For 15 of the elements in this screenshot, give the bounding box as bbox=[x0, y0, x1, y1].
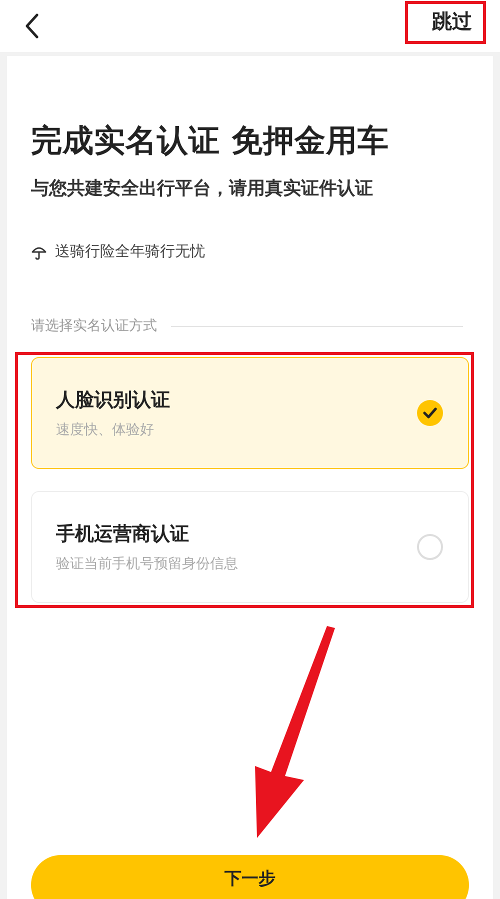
page-title: 完成实名认证 免押金用车 bbox=[31, 122, 390, 161]
check-icon bbox=[416, 399, 444, 427]
option-description: 速度快、体验好 bbox=[56, 421, 155, 439]
perk-text: 送骑行险全年骑行无忧 bbox=[55, 242, 205, 261]
option-title: 手机运营商认证 bbox=[56, 522, 190, 547]
option-card[interactable]: 手机运营商认证 验证当前手机号预留身份信息 bbox=[31, 491, 469, 603]
subtitle: 与您共建安全出行平台，请用真实证件认证 bbox=[31, 177, 374, 200]
next-button[interactable]: 下一步 bbox=[31, 855, 469, 899]
option-card[interactable]: 人脸识别认证 速度快、体验好 bbox=[31, 357, 469, 469]
radio-icon bbox=[416, 533, 444, 561]
back-icon bbox=[24, 13, 40, 39]
skip-button[interactable]: 跳过 bbox=[430, 4, 474, 38]
option-description: 验证当前手机号预留身份信息 bbox=[56, 555, 238, 573]
option-title: 人脸识别认证 bbox=[56, 388, 170, 413]
section-label: 请选择实名认证方式 bbox=[31, 317, 157, 335]
